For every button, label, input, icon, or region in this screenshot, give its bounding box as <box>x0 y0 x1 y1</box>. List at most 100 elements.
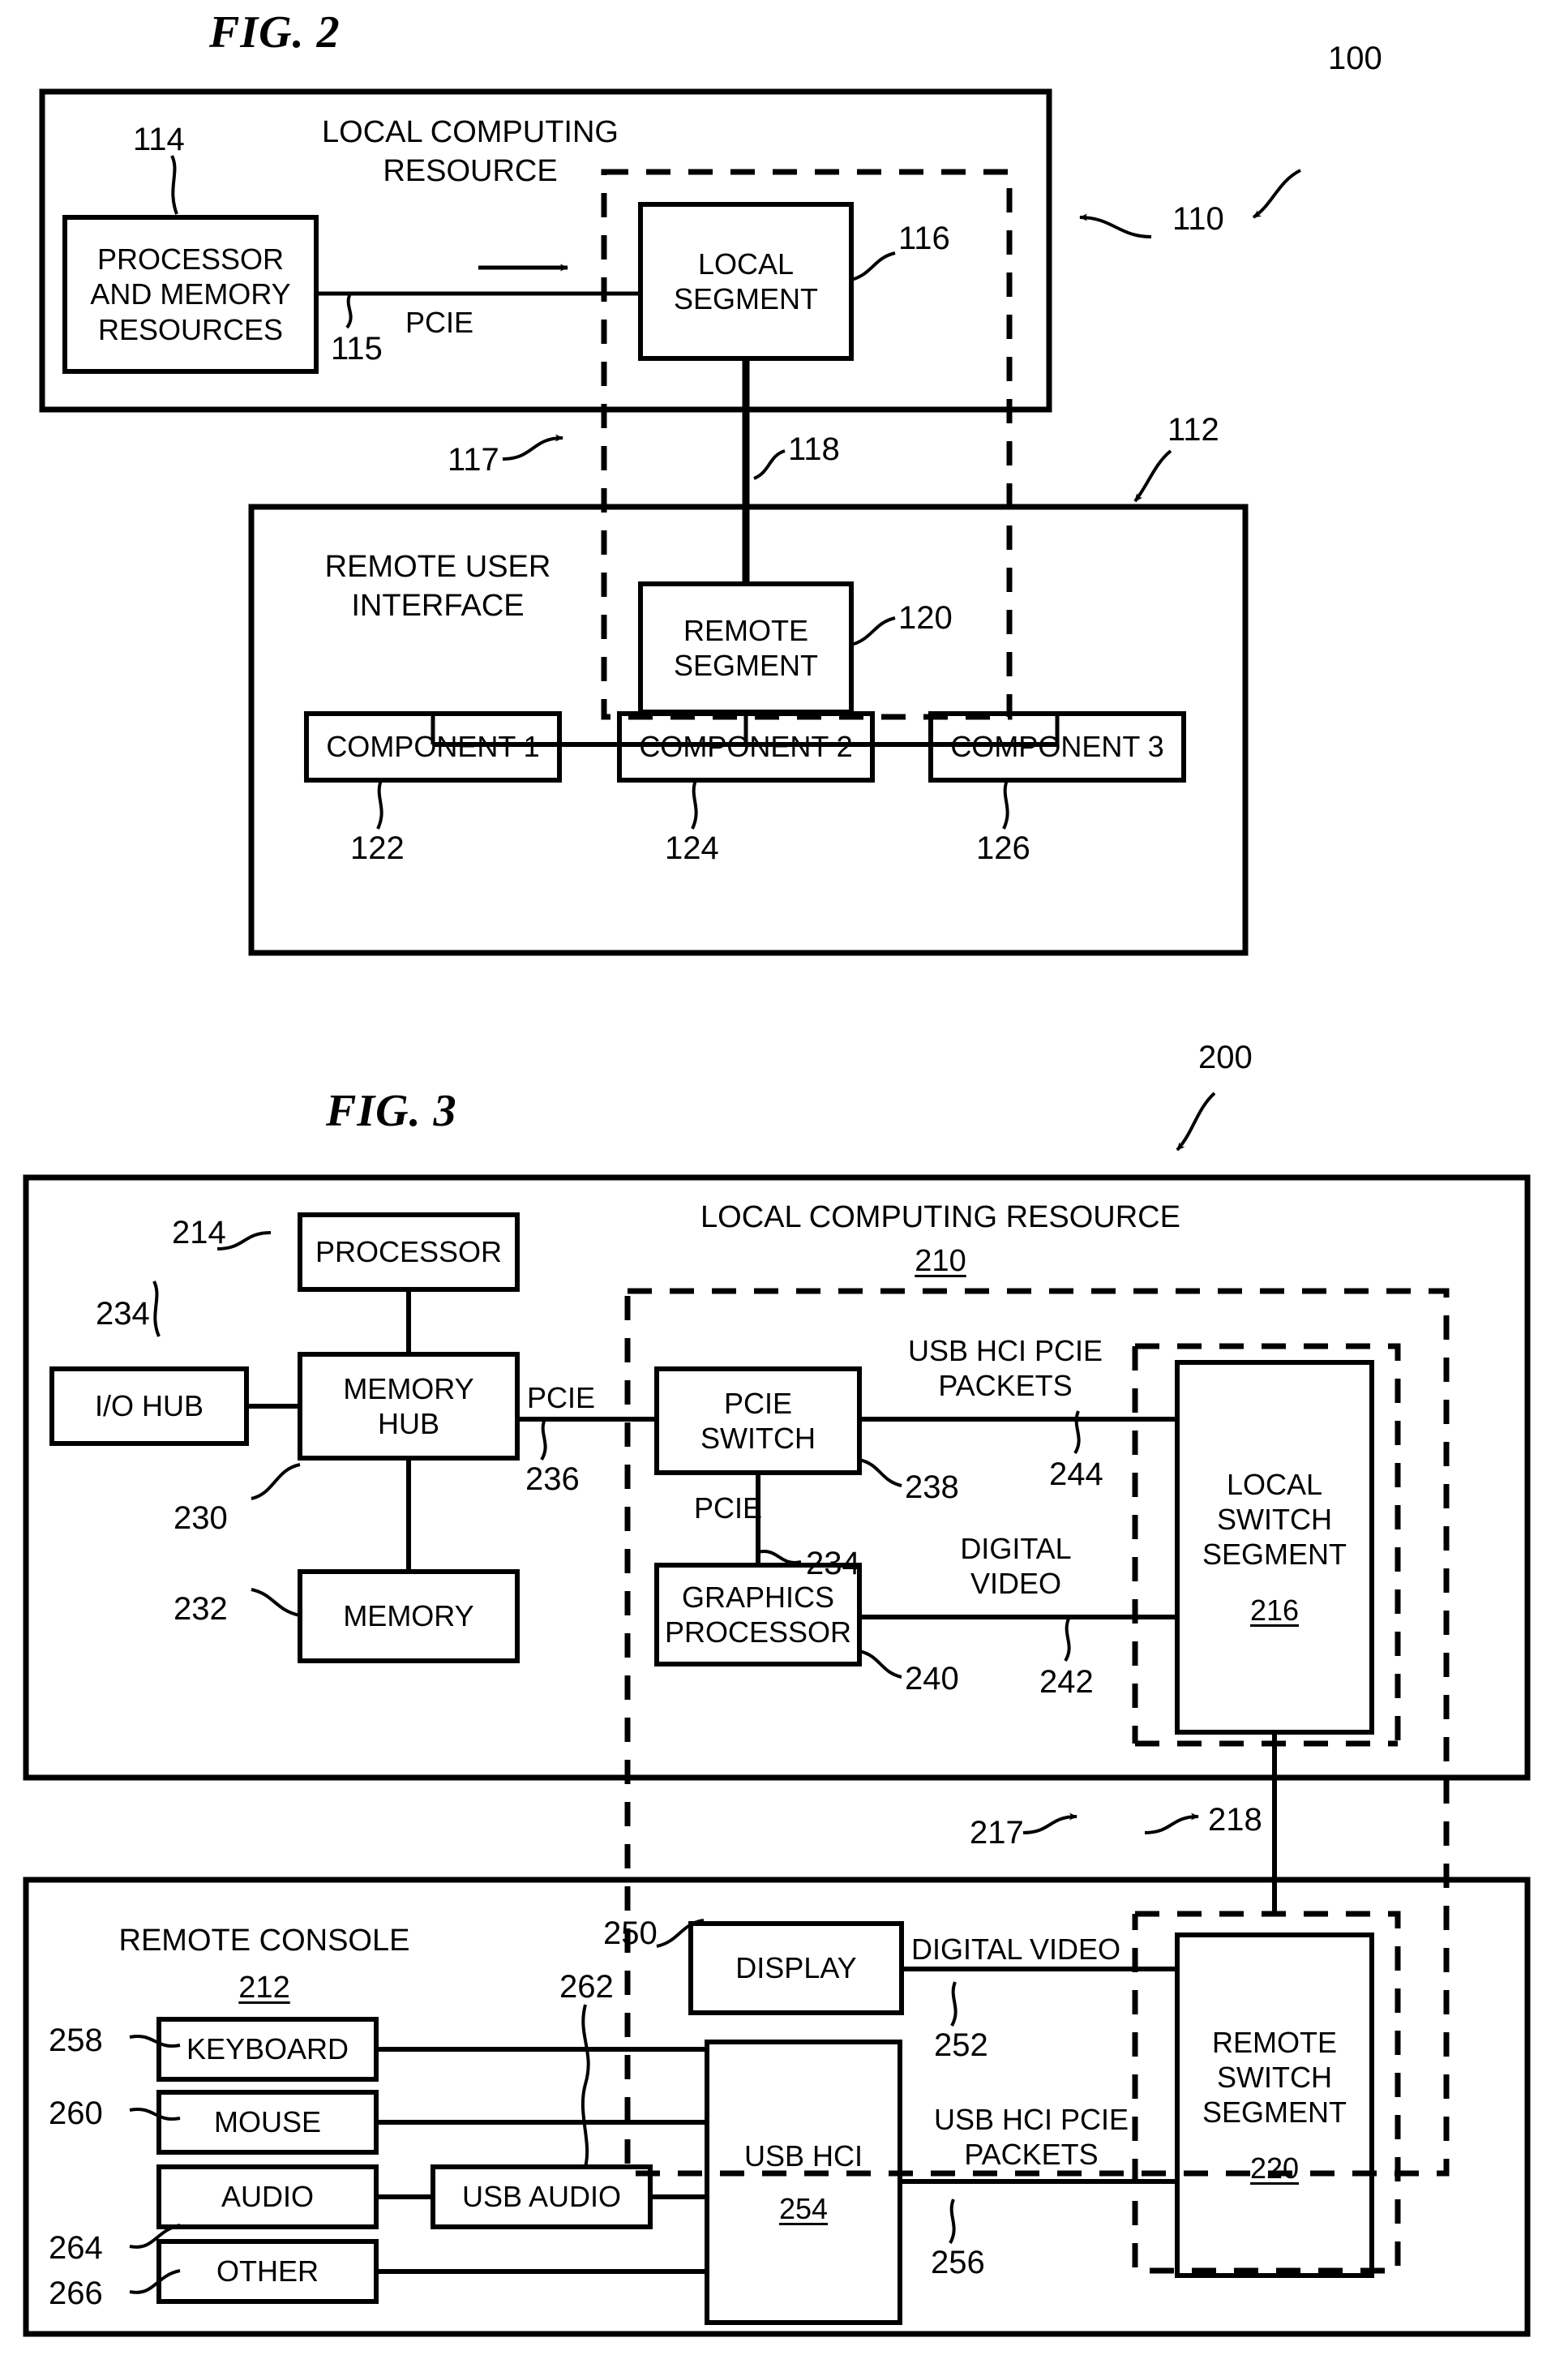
fig3-leader-244 <box>1073 1410 1081 1455</box>
fig3-ref-260: 260 <box>49 2095 103 2131</box>
upr-line1: USB HCI PCIE <box>933 2103 1129 2136</box>
fig2-component2-label: COMPONENT 2 <box>639 730 853 764</box>
up-line1: USB HCI PCIE <box>907 1334 1103 1367</box>
ls-line1: LOCAL <box>697 247 795 281</box>
fig3-ref-210: 210 <box>915 1243 966 1278</box>
fig3-ref-220: 220 <box>1249 2151 1300 2186</box>
fig3-leader-256 <box>949 2198 956 2244</box>
fig2-ref-116: 116 <box>898 221 950 256</box>
patent-figure-sheet: FIG. 2 100 110 112 LOCAL COMPUTING RESOU… <box>0 0 1568 2355</box>
fig2-ref-118: 118 <box>788 431 840 467</box>
fig3-processor-label: PROCESSOR <box>315 1235 503 1269</box>
fig2-local-computing-resource-title: LOCAL COMPUTING RESOURCE <box>308 114 632 191</box>
fig2-remote-segment-label: REMOTE SEGMENT <box>640 584 851 712</box>
fig3-ref-264: 264 <box>49 2230 103 2266</box>
fig2-remote-user-interface-title: REMOTE USER INTERFACE <box>308 548 568 625</box>
fig3-leader-238 <box>859 1458 902 1487</box>
fig3-ref-266: 266 <box>49 2276 103 2311</box>
fig2-processor-memory-label: PROCESSOR AND MEMORY RESOURCES <box>65 217 316 371</box>
fig3-leader-242 <box>1064 1618 1071 1662</box>
fig2-leader-110 <box>1079 213 1152 238</box>
fig3-leader-234-pcie <box>757 1550 802 1564</box>
dv-line1: DIGITAL <box>960 1532 1072 1565</box>
fig2-ref-122: 122 <box>350 830 405 866</box>
fig2-ref-117: 117 <box>448 442 499 478</box>
fig3-io-hub-label: I/O HUB <box>94 1389 203 1423</box>
mh-line2: HUB <box>377 1407 439 1440</box>
fig2-ref-110: 110 <box>1172 201 1224 237</box>
fig3-ref-216: 216 <box>1249 1594 1300 1628</box>
fig3-ref-218: 218 <box>1208 1802 1262 1838</box>
fig2-leader-100 <box>1252 169 1301 219</box>
fig3-ref-238: 238 <box>905 1469 959 1505</box>
rs-line1: REMOTE <box>683 613 808 647</box>
fig2-leader-114 <box>170 155 178 215</box>
rss-line3: SEGMENT <box>1202 2095 1347 2129</box>
fig3-usb-hci-label: USB HCI 254 <box>707 2042 900 2323</box>
up-line2: PACKETS <box>938 1369 1073 1403</box>
fig2-pcie-label: PCIE <box>405 306 474 339</box>
fig3-leader-218 <box>1144 1812 1199 1834</box>
fig3-pcie-switch-label: PCIE SWITCH <box>657 1369 859 1473</box>
fig2-ref-112: 112 <box>1167 412 1219 448</box>
fig3-mouse-label: MOUSE <box>213 2105 321 2139</box>
fig3-leader-234-iohub <box>152 1280 161 1337</box>
rui-title-line1: REMOTE USER <box>324 550 551 584</box>
fig2-leader-120 <box>850 616 896 646</box>
fig3-usb-audio-label: USB AUDIO <box>461 2180 622 2214</box>
fig3-leader-200 <box>1176 1092 1216 1152</box>
fig2-leader-122 <box>376 779 383 830</box>
fig2-component3-label: COMPONENT 3 <box>950 730 1164 764</box>
fig3-ref-262: 262 <box>559 1969 614 2005</box>
fig3-ref-258: 258 <box>49 2023 103 2058</box>
mh-line1: MEMORY <box>343 1371 474 1405</box>
fig3-ref-244: 244 <box>1049 1456 1103 1492</box>
fig3-ref-232: 232 <box>174 1591 228 1627</box>
lss-line2: SWITCH <box>1217 1502 1332 1536</box>
ps-line1: PCIE <box>723 1386 793 1420</box>
fig3-digital-video-local-label: DIGITAL VIDEO <box>939 1531 1093 1601</box>
fig3-ref-240: 240 <box>905 1661 959 1697</box>
fig3-ref-256: 256 <box>931 2245 985 2280</box>
fig2-component1-label: COMPONENT 1 <box>326 730 540 764</box>
ls-line2: SEGMENT <box>673 282 818 315</box>
ps-line2: SWITCH <box>700 1422 816 1455</box>
dv-line2: VIDEO <box>970 1567 1062 1601</box>
fig3-remote-console-title: REMOTE CONSOLE 212 <box>94 1922 435 2007</box>
fig3-leader-252 <box>950 1981 958 2027</box>
rui-title-line2: INTERFACE <box>351 588 525 623</box>
fig2-leader-118 <box>753 449 786 480</box>
fig3-leader-236 <box>540 1418 547 1461</box>
fig3-leader-262 <box>581 2004 590 2168</box>
pm-line1: PROCESSOR <box>96 242 285 277</box>
fig3-pcie-234-label: PCIE <box>694 1491 763 1525</box>
fig2-ref-115: 115 <box>331 331 383 367</box>
gp-line1: GRAPHICS <box>681 1580 835 1614</box>
fig3-rc-title: REMOTE CONSOLE <box>118 1924 410 1958</box>
fig2-ref-126: 126 <box>976 830 1030 866</box>
fig3-display-label: DISPLAY <box>735 1951 857 1985</box>
fig2-ref-120: 120 <box>898 600 953 636</box>
fig3-usb-packets-remote-label: USB HCI PCIE PACKETS <box>910 2102 1153 2172</box>
fig3-remote-switch-segment-label: REMOTE SWITCH SEGMENT 220 <box>1177 1935 1372 2276</box>
fig3-audio-label: AUDIO <box>221 2180 314 2214</box>
fig3-memory-hub-label: MEMORY HUB <box>300 1354 517 1458</box>
fig2-leader-117 <box>502 434 563 461</box>
fig3-pcie-236-label: PCIE <box>527 1381 596 1414</box>
fig3-ref-214: 214 <box>172 1215 226 1250</box>
fig2-leader-116 <box>850 251 896 281</box>
fig3-keyboard-label: KEYBOARD <box>186 2032 349 2066</box>
fig3-graphics-processor-label: GRAPHICS PROCESSOR <box>657 1565 859 1664</box>
fig2-ref-124: 124 <box>665 830 719 866</box>
fig3-ref-250: 250 <box>603 1915 658 1951</box>
fig3-ref-234-iohub: 234 <box>96 1296 150 1332</box>
pm-line3: RESOURCES <box>97 312 284 346</box>
fig3-ref-242: 242 <box>1039 1664 1094 1700</box>
fig3-other-label: OTHER <box>216 2254 319 2289</box>
fig3-digital-video-remote-label: DIGITAL VIDEO <box>911 1932 1121 1966</box>
fig3-local-computing-resource-title: LOCAL COMPUTING RESOURCE 210 <box>689 1199 1192 1280</box>
pm-line2: AND MEMORY <box>90 277 291 311</box>
upr-line2: PACKETS <box>964 2138 1099 2172</box>
fig3-leader-230 <box>251 1463 301 1500</box>
fig2-leader-112 <box>1133 449 1172 503</box>
